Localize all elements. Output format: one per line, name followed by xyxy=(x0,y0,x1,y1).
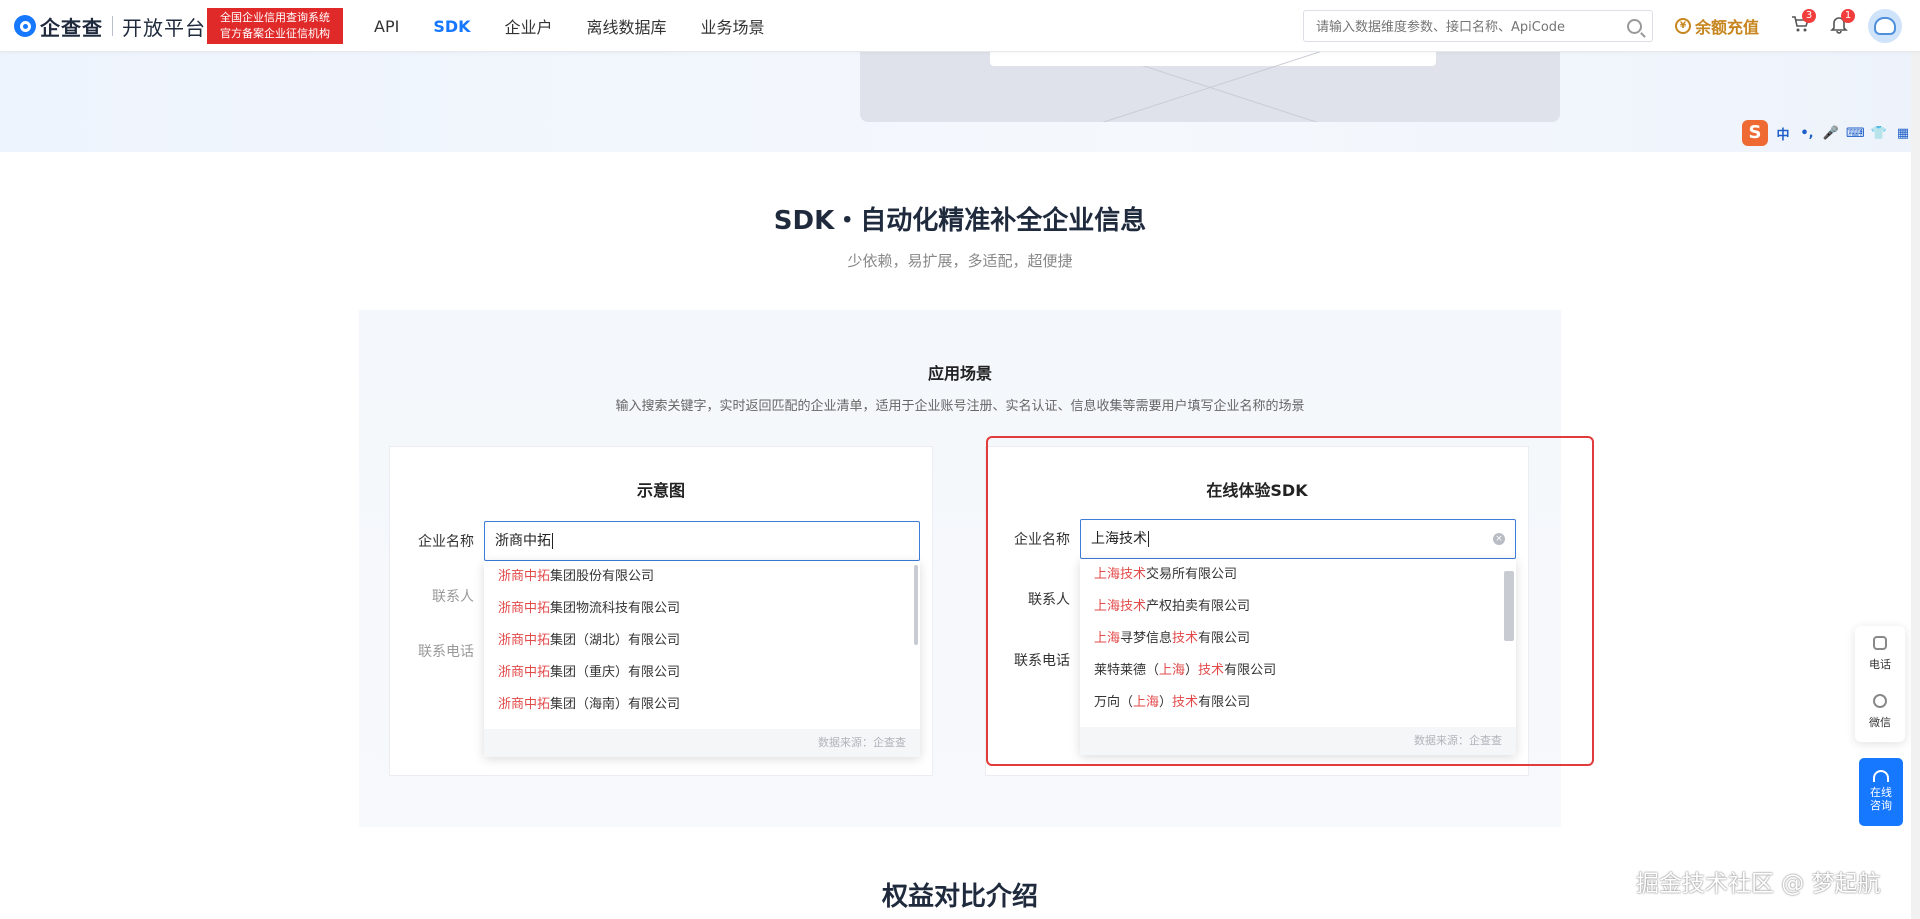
hero-banner xyxy=(0,52,1920,152)
ime-keyboard-icon[interactable]: ⌨ xyxy=(1846,126,1865,141)
demo-card-title: 示意图 xyxy=(636,481,685,500)
notification-button[interactable]: 1 xyxy=(1829,9,1855,34)
phone-label: 联系电话 xyxy=(418,644,474,660)
global-search xyxy=(1303,10,1653,43)
cart-count-badge: 3 xyxy=(1802,9,1816,23)
logo-name: 企查查 xyxy=(40,15,103,40)
wechat-button[interactable]: 微信 xyxy=(1855,684,1905,742)
online-consult-line2: 咨询 xyxy=(1870,799,1892,812)
top-navbar: 企查查 开放平台 全国企业信用查询系统 官方备案企业征信机构 API SDK 企… xyxy=(0,0,1920,52)
coin-icon: ¥ xyxy=(1675,18,1691,34)
data-source-note: 数据来源：企查查 xyxy=(484,729,920,757)
suggestion-dropdown-demo: 浙商中拓集团股份有限公司 浙商中拓集团物流科技有限公司 浙商中拓集团（湖北）有限… xyxy=(484,561,920,757)
wechat-icon xyxy=(1873,694,1887,708)
phone-button-label: 电话 xyxy=(1869,658,1891,671)
ime-voice-icon[interactable]: 🎤 xyxy=(1822,126,1840,141)
search-input[interactable] xyxy=(1314,11,1618,43)
credit-badge-line2: 官方备案企业征信机构 xyxy=(220,27,330,40)
page-scrollbar[interactable] xyxy=(1911,0,1920,919)
company-name-input-demo: 浙商中拓 xyxy=(484,521,920,561)
panel-description: 输入搜索关键字，实时返回匹配的企业清单，适用于企业账号注册、实名认证、信息收集等… xyxy=(615,399,1305,414)
credit-badge-line1: 全国企业信用查询系统 xyxy=(220,11,330,24)
watermark: 掘金技术社区 @ 梦起航 xyxy=(1636,871,1881,897)
avatar-face-icon xyxy=(1874,17,1896,35)
ime-toolbar: S 中 •, 🎤 ⌨ 👕 ▦ xyxy=(1742,120,1912,146)
benefits-comparison-title: 权益对比介绍 xyxy=(881,882,1038,912)
ime-toolbox-icon[interactable]: ▦ xyxy=(1894,126,1912,141)
sogou-ime-icon[interactable]: S xyxy=(1742,120,1768,146)
recharge-button[interactable]: ¥ 余额充值 xyxy=(1675,14,1759,38)
list-item: 浙商中拓集团（湖北）有限公司 xyxy=(498,633,681,648)
logo[interactable]: 企查查 开放平台 xyxy=(14,12,206,40)
panel-title: 应用场景 xyxy=(927,364,992,383)
company-name-label: 企业名称 xyxy=(418,534,474,550)
demo-card-illustration: 示意图 企业名称 浙商中拓 联系人 联系电话 浙商中拓集团股份有限公司 浙商中拓… xyxy=(389,446,933,776)
dropdown-scrollbar xyxy=(914,565,918,645)
recharge-label: 余额充值 xyxy=(1695,18,1760,37)
search-icon[interactable] xyxy=(1627,19,1642,34)
ime-punctuation-icon[interactable]: •, xyxy=(1798,126,1816,141)
section-subtitle: 少依赖，易扩展，多适配，超便捷 xyxy=(847,252,1073,270)
credit-badge: 全国企业信用查询系统 官方备案企业征信机构 xyxy=(207,8,343,44)
headset-icon xyxy=(1873,770,1889,782)
phone-icon xyxy=(1873,636,1887,650)
floating-contact-tools: 电话 微信 xyxy=(1855,626,1905,742)
notification-count-badge: 1 xyxy=(1841,9,1855,23)
user-avatar[interactable] xyxy=(1868,9,1902,43)
cart-button[interactable]: 3 xyxy=(1790,9,1816,34)
list-item: 浙商中拓集团（海南）有限公司 xyxy=(498,697,681,712)
section-title: SDK・自动化精准补全企业信息 xyxy=(773,206,1147,236)
list-item: 浙商中拓集团（重庆）有限公司 xyxy=(498,665,681,680)
company-name-value: 浙商中拓 xyxy=(495,533,551,549)
contact-label: 联系人 xyxy=(432,589,474,605)
logo-divider xyxy=(112,16,113,36)
nav-offline-db[interactable]: 离线数据库 xyxy=(587,14,667,38)
highlight-frame xyxy=(986,436,1594,766)
list-item: 浙商中拓集团物流科技有限公司 xyxy=(498,601,681,616)
nav-api[interactable]: API xyxy=(374,17,399,36)
phone-button[interactable]: 电话 xyxy=(1855,626,1905,684)
online-consult-line1: 在线 xyxy=(1870,786,1892,799)
ime-chinese-mode[interactable]: 中 xyxy=(1774,124,1792,143)
nav-sdk[interactable]: SDK xyxy=(433,17,470,36)
list-item: 浙商中拓集团股份有限公司 xyxy=(498,569,655,584)
logo-icon xyxy=(14,15,36,37)
nav-scenarios[interactable]: 业务场景 xyxy=(701,14,765,38)
ime-skin-icon[interactable]: 👕 xyxy=(1870,126,1888,141)
wechat-button-label: 微信 xyxy=(1869,716,1891,729)
nav-enterprise[interactable]: 企业户 xyxy=(505,14,553,38)
hero-illustration xyxy=(860,52,1560,122)
online-consult-button[interactable]: 在线 咨询 xyxy=(1859,758,1903,826)
logo-subtitle: 开放平台 xyxy=(122,15,206,40)
main-nav: API SDK 企业户 离线数据库 业务场景 xyxy=(374,0,799,52)
